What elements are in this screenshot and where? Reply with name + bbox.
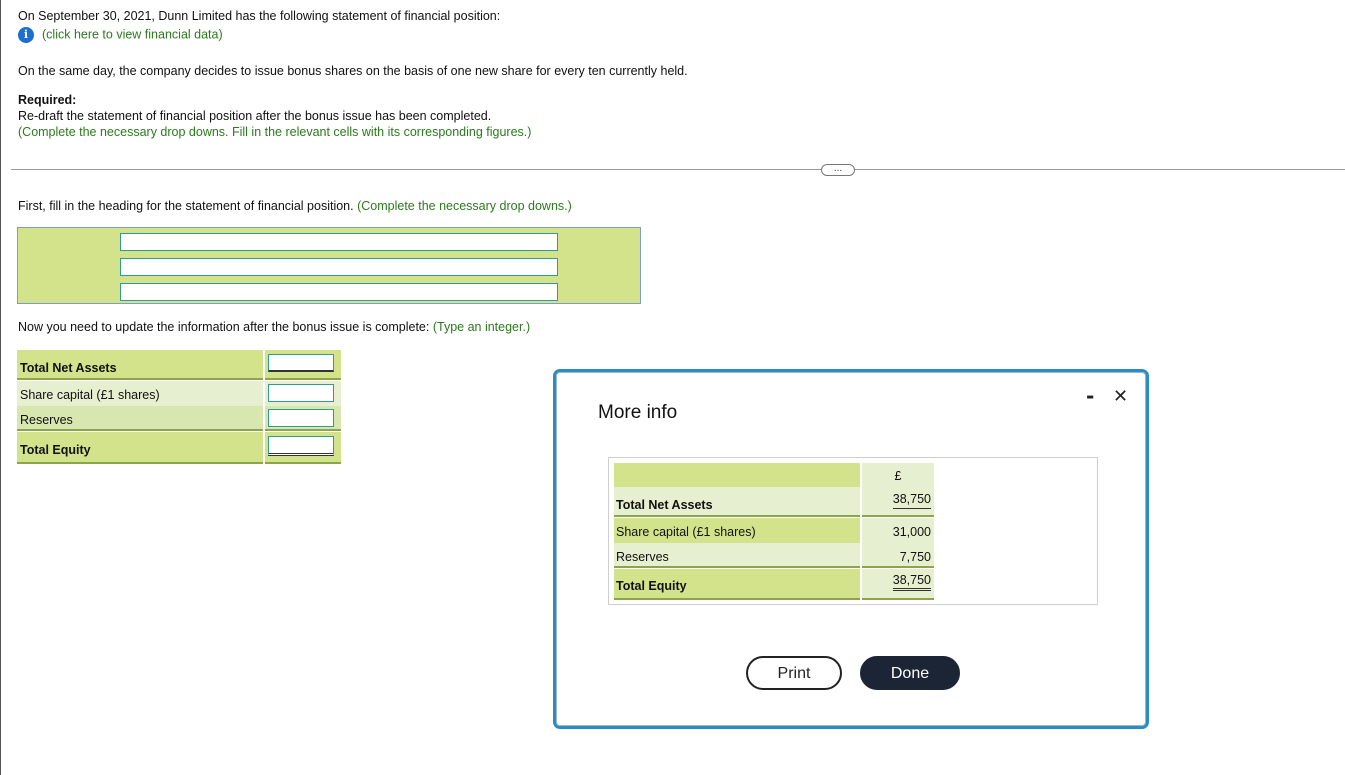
heading-hint: (Complete the necessary drop downs.) — [357, 199, 572, 213]
answer-label-cell: Reserves — [17, 406, 263, 431]
total-net-assets-input[interactable] — [268, 354, 334, 372]
row-value-cell: 38,750 — [862, 487, 934, 517]
more-info-dialog: More info - ✕ £ Total Net Assets 38,750 … — [553, 369, 1149, 729]
row-label: Reserves — [616, 550, 669, 564]
required-text: Re-draft the statement of financial posi… — [18, 109, 492, 123]
answer-label: Total Equity — [20, 443, 91, 457]
dialog-title: More info — [598, 402, 678, 423]
row-value: 7,750 — [899, 550, 931, 564]
row-value: 38,750 — [892, 573, 931, 591]
intro-line-2: On the same day, the company decides to … — [18, 64, 688, 78]
header-currency-cell: £ — [862, 463, 934, 487]
answer-row-reserves: Reserves — [17, 406, 341, 431]
answer-label: Total Net Assets — [20, 361, 117, 375]
heading-dropdown-statement[interactable] — [120, 258, 558, 276]
answer-row-share-capital: Share capital (£1 shares) — [17, 381, 341, 406]
answer-input-cell — [265, 432, 341, 464]
row-label-cell: Total Net Assets — [614, 487, 860, 517]
heading-instruction-text: First, fill in the heading for the state… — [18, 199, 354, 213]
heading-dropdown-panel — [17, 227, 641, 304]
row-value-cell: 7,750 — [862, 543, 934, 568]
info-icon[interactable]: i — [18, 27, 34, 43]
answer-label-cell: Total Net Assets — [17, 350, 263, 380]
answer-input-cell — [265, 406, 341, 431]
answer-table: Total Net Assets Share capital (£1 share… — [17, 350, 341, 464]
answer-label-cell: Total Equity — [17, 432, 263, 464]
total-equity-input[interactable] — [268, 436, 334, 456]
row-value: 31,000 — [892, 525, 931, 539]
row-label-cell: Total Equity — [614, 569, 860, 600]
reserves-input[interactable] — [268, 409, 334, 427]
row-value-cell: 38,750 — [862, 569, 934, 600]
answer-input-cell — [265, 381, 341, 406]
header-label-cell — [614, 463, 860, 487]
minimize-icon[interactable]: - — [1086, 384, 1094, 408]
close-icon[interactable]: ✕ — [1113, 386, 1128, 407]
required-hint: (Complete the necessary drop downs. Fill… — [18, 125, 532, 139]
update-instruction: Now you need to update the information a… — [18, 320, 530, 334]
currency-symbol: £ — [894, 469, 902, 483]
row-label-cell: Share capital (£1 shares) — [614, 518, 860, 543]
print-button[interactable]: Print — [746, 656, 842, 690]
done-button[interactable]: Done — [860, 656, 960, 690]
row-label-cell: Reserves — [614, 543, 860, 568]
row-value-cell: 31,000 — [862, 518, 934, 543]
heading-dropdown-company[interactable] — [120, 233, 558, 251]
financial-data-link[interactable]: i (click here to view financial data) — [18, 27, 223, 43]
update-hint: (Type an integer.) — [432, 320, 531, 334]
table-row: Share capital (£1 shares) 31,000 — [614, 518, 934, 543]
required-label: Required: — [18, 93, 77, 107]
heading-dropdown-date[interactable] — [120, 283, 558, 301]
answer-row-total-equity: Total Equity — [17, 432, 341, 464]
section-divider — [11, 169, 1345, 170]
row-label: Share capital (£1 shares) — [616, 525, 756, 539]
answer-input-cell — [265, 350, 341, 380]
share-capital-input[interactable] — [268, 384, 334, 402]
row-label: Total Equity — [616, 579, 687, 593]
answer-row-total-net-assets: Total Net Assets — [17, 350, 341, 380]
table-row: Reserves 7,750 — [614, 543, 934, 568]
answer-label: Share capital (£1 shares) — [20, 388, 160, 402]
row-value: 38,750 — [892, 492, 931, 509]
update-instruction-text: Now you need to update the information a… — [18, 320, 430, 334]
financial-data-table: £ Total Net Assets 38,750 Share capital … — [608, 457, 1098, 605]
answer-label: Reserves — [20, 413, 73, 427]
table-row: Total Net Assets 38,750 — [614, 487, 934, 517]
expand-more-icon[interactable]: ... — [821, 164, 855, 176]
answer-label-cell: Share capital (£1 shares) — [17, 381, 263, 406]
table-row: Total Equity 38,750 — [614, 569, 934, 600]
row-label: Total Net Assets — [616, 498, 713, 512]
financial-data-link-text[interactable]: (click here to view financial data) — [42, 27, 223, 41]
table-header-row: £ — [614, 463, 934, 487]
intro-line-1: On September 30, 2021, Dunn Limited has … — [18, 9, 501, 23]
heading-instruction: First, fill in the heading for the state… — [18, 199, 572, 213]
